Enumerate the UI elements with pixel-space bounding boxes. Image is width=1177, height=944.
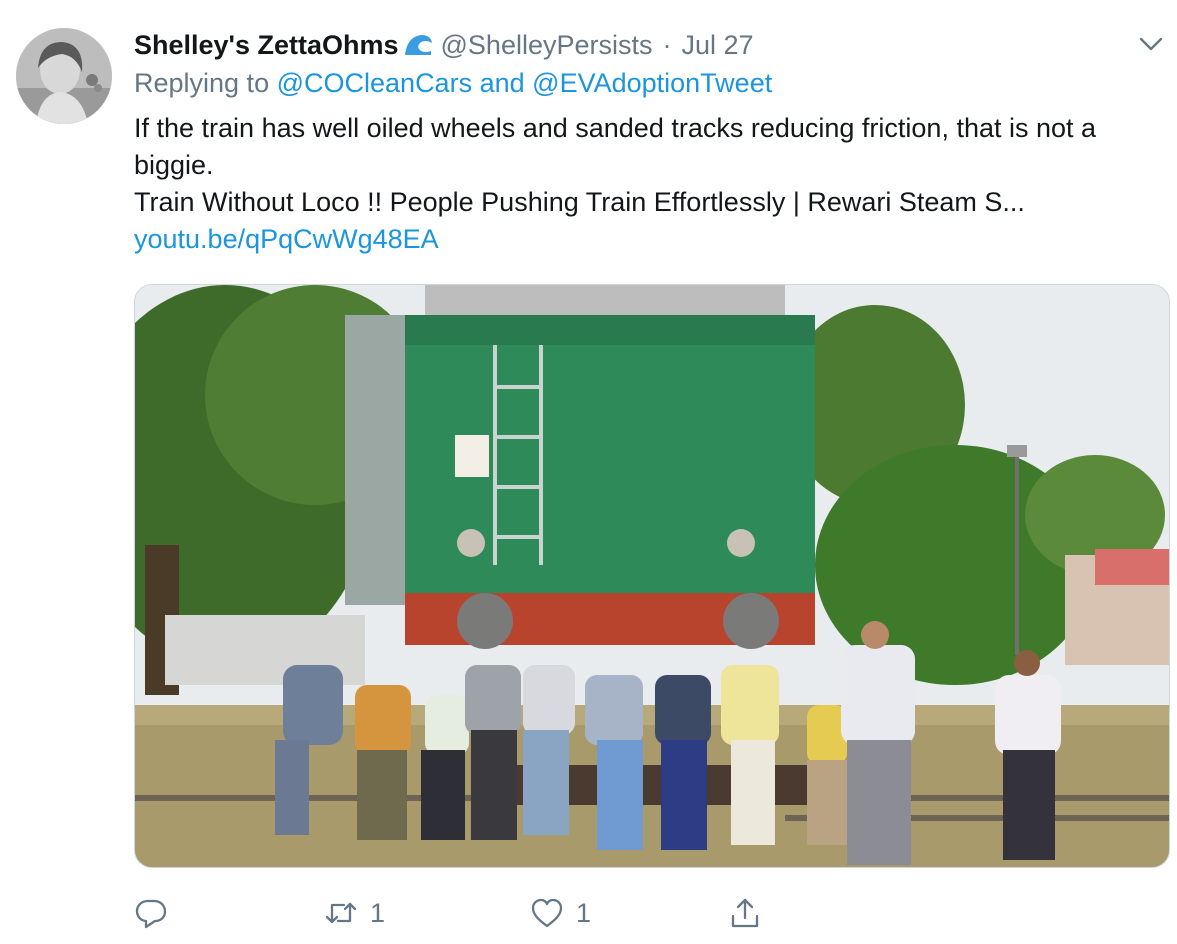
retweet-icon <box>325 902 357 924</box>
avatar[interactable] <box>16 28 112 124</box>
tweet-link[interactable]: youtu.be/qPqCwWg48EA <box>134 224 439 254</box>
avatar-image <box>16 28 112 124</box>
author-name[interactable]: Shelley's ZettaOhms <box>134 30 399 61</box>
tweet-text-line-2: Train Without Loco !! People Pushing Tra… <box>134 187 1025 217</box>
tweet-content: Shelley's ZettaOhms @ShelleyPersists · J… <box>134 28 1164 258</box>
like-count: 1 <box>576 897 592 928</box>
water-wave-icon <box>401 32 434 58</box>
reply-button[interactable] <box>134 896 168 930</box>
tweet-text: If the train has well oiled wheels and s… <box>134 110 1164 258</box>
tweet-header: Shelley's ZettaOhms @ShelleyPersists · J… <box>134 28 1164 62</box>
replying-to: Replying to @COCleanCars and @EVAdoption… <box>134 68 1164 102</box>
heart-icon <box>531 898 563 928</box>
replying-to-label: Replying to <box>134 68 270 98</box>
share-icon <box>731 898 759 928</box>
photo-train-pushed-by-people <box>135 285 1169 867</box>
comment-icon <box>135 899 167 929</box>
tweet-date[interactable]: Jul 27 <box>682 30 754 61</box>
retweet-count: 1 <box>370 897 386 928</box>
reply-and: and <box>479 68 525 98</box>
tweet-text-line-1: If the train has well oiled wheels and s… <box>134 113 1097 180</box>
tweet-actions: 1 1 <box>134 896 794 940</box>
tweet-media[interactable] <box>134 284 1170 868</box>
like-button[interactable]: 1 <box>530 896 591 930</box>
share-button[interactable] <box>728 896 762 930</box>
reply-mention-cocleancars[interactable]: @COCleanCars <box>277 68 472 98</box>
retweet-button[interactable]: 1 <box>324 896 385 930</box>
reply-mention-evadoptiontweet[interactable]: @EVAdoptionTweet <box>532 68 772 98</box>
separator-dot: · <box>662 29 672 60</box>
author-handle[interactable]: @ShelleyPersists <box>441 30 653 61</box>
chevron-down-icon[interactable] <box>1138 34 1164 54</box>
